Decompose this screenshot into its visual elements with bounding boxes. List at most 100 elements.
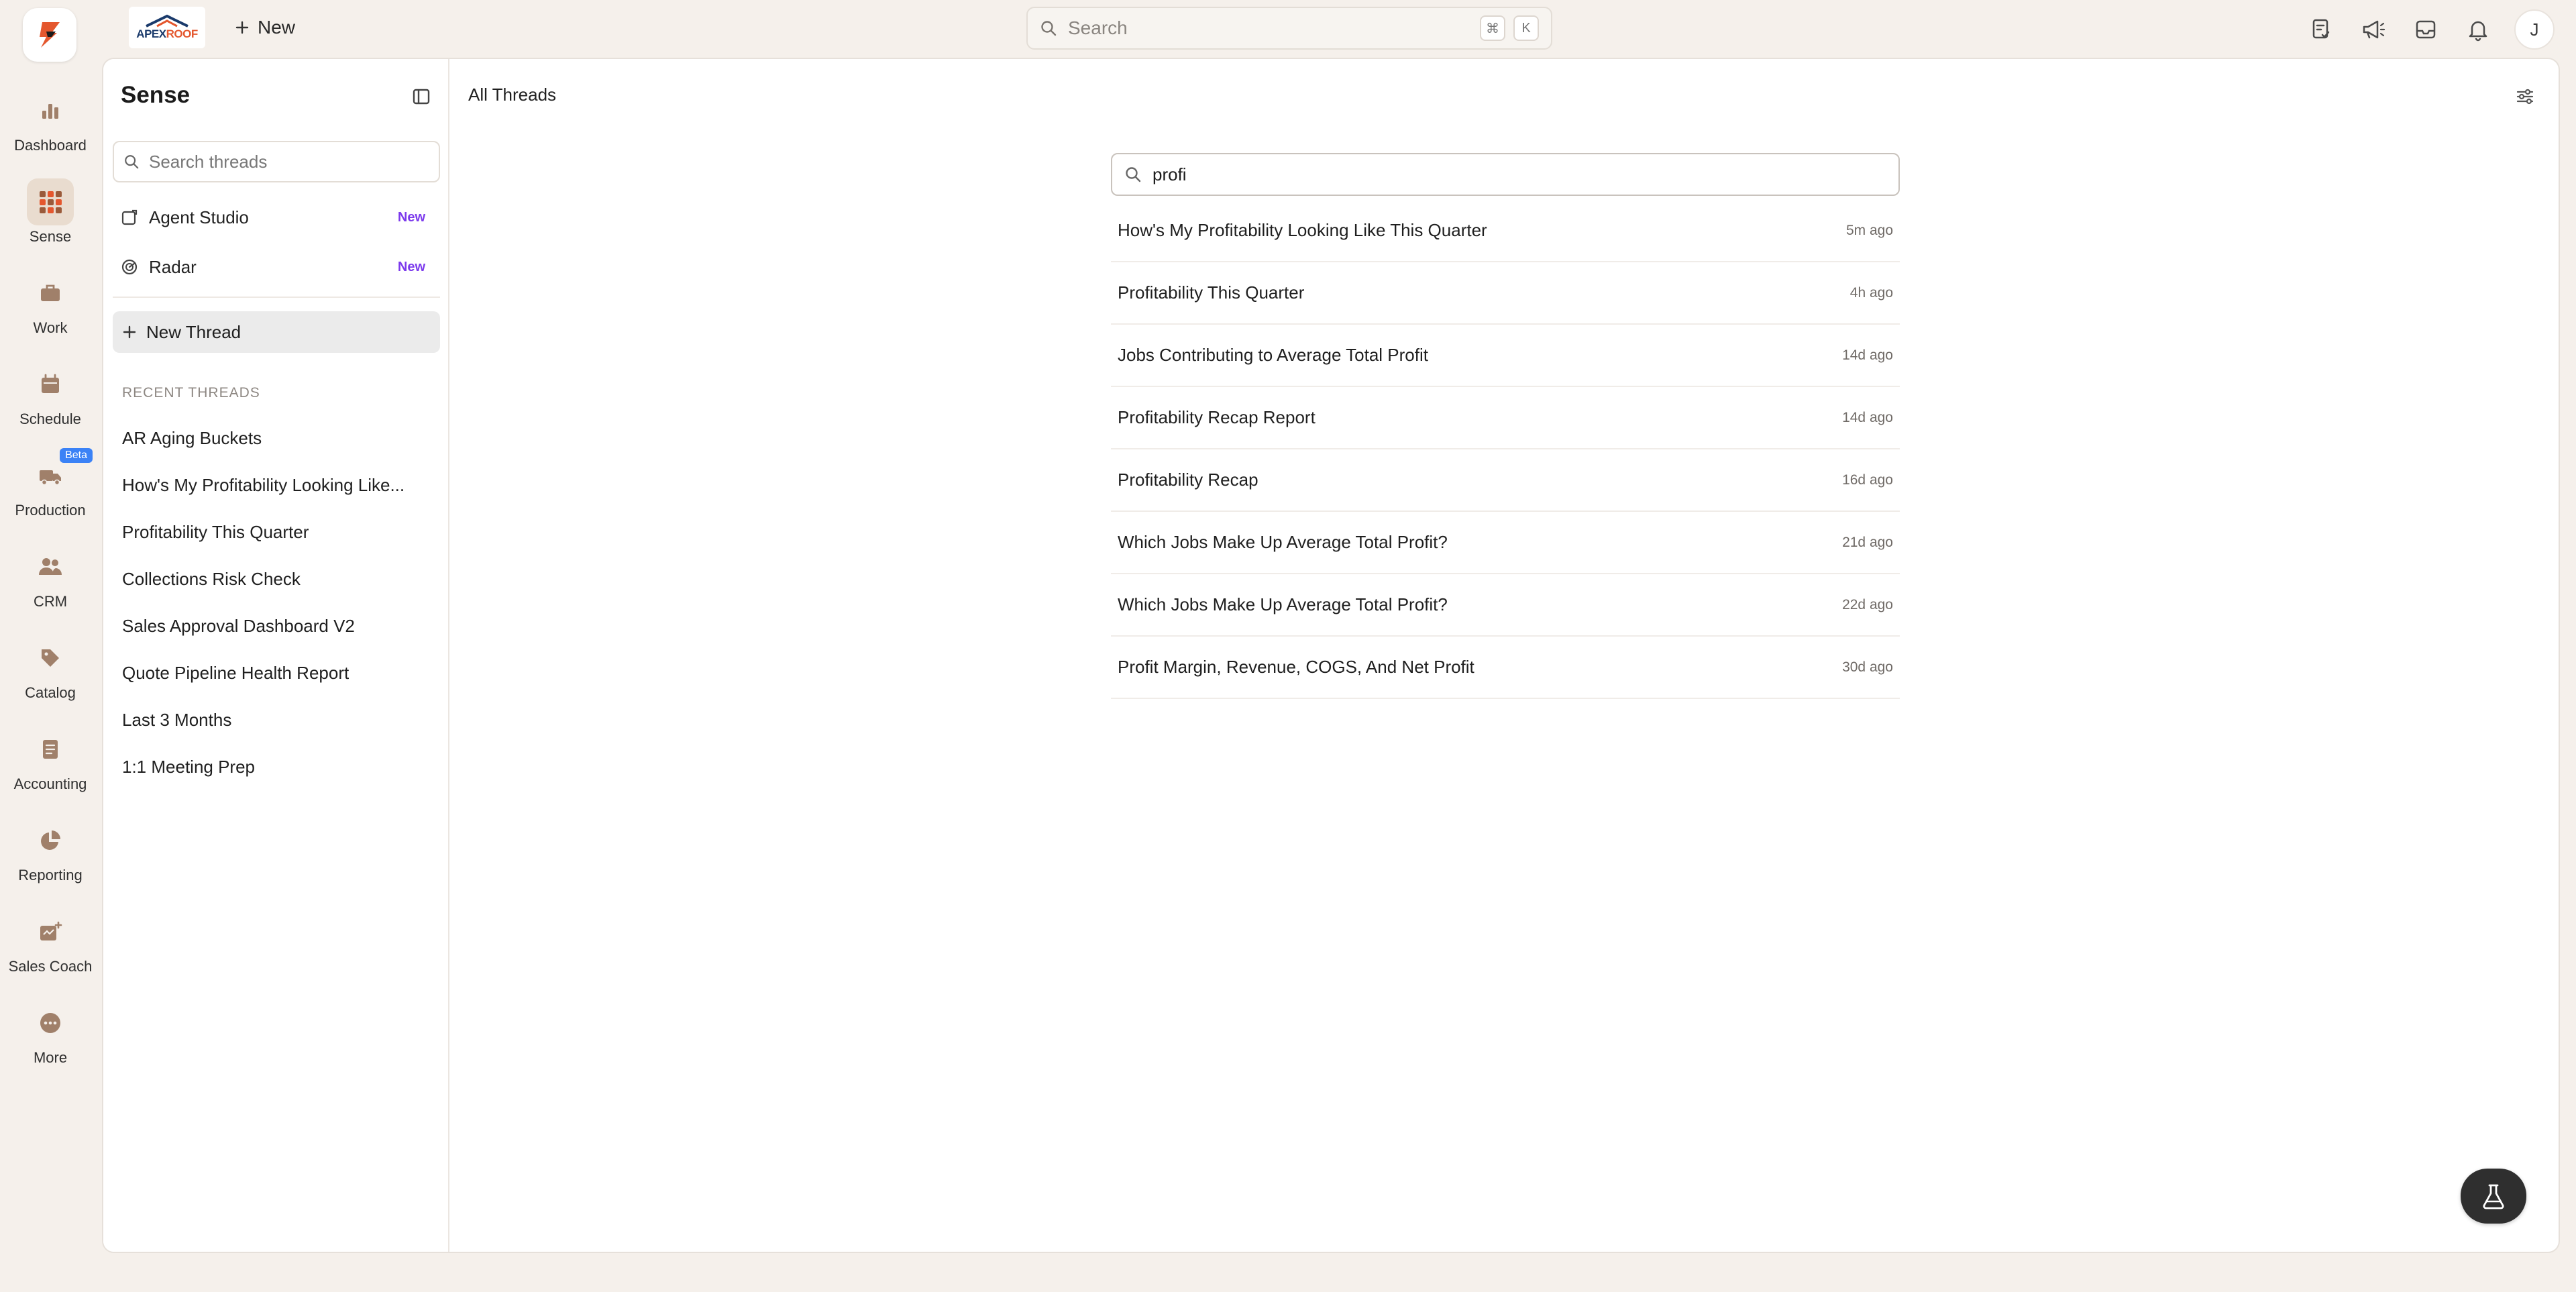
sidebar-collapse-icon[interactable] <box>408 83 435 110</box>
nav-item-sense[interactable]: Sense <box>0 178 101 246</box>
result-time: 16d ago <box>1842 472 1893 488</box>
result-time: 5m ago <box>1845 222 1893 238</box>
grid-icon <box>27 178 74 225</box>
page-title: All Threads <box>468 85 557 105</box>
thread-search-input[interactable]: Search threads <box>113 141 440 182</box>
beaker-button[interactable] <box>2461 1169 2526 1224</box>
shortcut-key-k: K <box>1513 15 1539 41</box>
app-logo[interactable] <box>23 8 76 62</box>
result-row[interactable]: Profitability Recap Report 14d ago <box>1111 387 1900 449</box>
pie-chart-icon <box>27 817 74 864</box>
nav-label: More <box>33 1049 68 1066</box>
result-title: Profitability This Quarter <box>1118 282 1305 303</box>
bar-chart-icon <box>27 87 74 134</box>
result-row[interactable]: Jobs Contributing to Average Total Profi… <box>1111 325 1900 387</box>
search-results: How's My Profitability Looking Like This… <box>1111 200 1900 699</box>
sidebar-title: Sense <box>121 82 191 108</box>
new-button-label: New <box>258 17 296 38</box>
document-icon <box>27 726 74 773</box>
company-logo-text: APEXROOF <box>136 28 198 40</box>
result-row[interactable]: Profitability Recap 16d ago <box>1111 449 1900 512</box>
recent-thread-item[interactable]: AR Aging Buckets <box>122 415 437 462</box>
all-threads-search-input[interactable] <box>1152 164 1886 185</box>
radar-icon <box>121 259 138 275</box>
all-threads-search[interactable] <box>1111 153 1900 196</box>
result-row[interactable]: Profit Margin, Revenue, COGS, And Net Pr… <box>1111 637 1900 699</box>
result-row[interactable]: Which Jobs Make Up Average Total Profit?… <box>1111 512 1900 574</box>
recent-thread-item[interactable]: Last 3 Months <box>122 696 437 743</box>
threads-content: All Threads How's My Profitability Looki… <box>451 59 2559 1252</box>
thread-search-placeholder: Search threads <box>149 151 268 172</box>
recent-threads-header: RECENT THREADS <box>122 385 260 400</box>
nav-item-production[interactable]: Beta Production <box>0 448 101 519</box>
agent-studio-icon <box>121 209 138 225</box>
result-time: 21d ago <box>1842 534 1893 550</box>
result-row[interactable]: Profitability This Quarter 4h ago <box>1111 262 1900 325</box>
truck-icon: Beta <box>27 448 93 499</box>
nav-item-reporting[interactable]: Reporting <box>0 817 101 884</box>
nav-label: Reporting <box>18 867 83 883</box>
users-icon <box>27 543 74 590</box>
recent-thread-item[interactable]: Profitability This Quarter <box>122 508 437 555</box>
recent-thread-item[interactable]: How's My Profitability Looking Like... <box>122 462 437 508</box>
result-time: 30d ago <box>1842 659 1893 675</box>
beta-badge: Beta <box>60 448 93 463</box>
megaphone-icon[interactable] <box>2357 13 2390 46</box>
recent-thread-item[interactable]: Sales Approval Dashboard V2 <box>122 602 437 649</box>
shortcut-key-cmd: ⌘ <box>1480 15 1505 41</box>
nav-item-accounting[interactable]: Accounting <box>0 726 101 793</box>
sidebar-item-label: Agent Studio <box>149 207 249 227</box>
bell-icon[interactable] <box>2462 13 2494 46</box>
result-title: Profitability Recap <box>1118 470 1258 490</box>
result-title: Profitability Recap Report <box>1118 407 1316 427</box>
result-time: 14d ago <box>1842 409 1893 425</box>
result-row[interactable]: Which Jobs Make Up Average Total Profit?… <box>1111 574 1900 637</box>
sidebar-item-agent-studio[interactable]: Agent Studio New <box>113 197 440 237</box>
result-time: 14d ago <box>1842 347 1893 363</box>
app-logo-icon <box>40 22 60 48</box>
nav-label: Sense <box>29 228 72 245</box>
nav-item-dashboard[interactable]: Dashboard <box>0 87 101 154</box>
sidebar-item-label: Radar <box>149 256 197 277</box>
nav-label: Accounting <box>13 775 87 792</box>
top-actions: J <box>2305 9 2555 50</box>
sidebar-item-radar[interactable]: Radar New <box>113 247 440 287</box>
user-avatar[interactable]: J <box>2514 9 2555 50</box>
nav-label: Schedule <box>19 411 81 427</box>
plus-icon <box>235 21 249 34</box>
nav-label: Sales Coach <box>8 958 93 975</box>
result-time: 4h ago <box>1849 284 1893 301</box>
nav-item-schedule[interactable]: Schedule <box>0 361 101 428</box>
filter-settings-icon[interactable] <box>2512 83 2538 110</box>
recent-thread-item[interactable]: Collections Risk Check <box>122 555 437 602</box>
nav-item-sales-coach[interactable]: Sales Coach <box>0 908 101 975</box>
new-thread-label: New Thread <box>146 321 241 342</box>
roof-logo-icon <box>146 14 189 28</box>
result-title: Jobs Contributing to Average Total Profi… <box>1118 345 1428 365</box>
global-search-input[interactable]: Search ⌘ K <box>1026 7 1552 50</box>
recent-threads-list: AR Aging Buckets How's My Profitability … <box>122 415 437 790</box>
result-title: How's My Profitability Looking Like This… <box>1118 220 1487 240</box>
new-badge: New <box>397 259 425 274</box>
nav-label: Catalog <box>25 684 76 701</box>
recent-thread-item[interactable]: Quote Pipeline Health Report <box>122 649 437 696</box>
recent-thread-item[interactable]: 1:1 Meeting Prep <box>122 743 437 790</box>
new-badge: New <box>397 209 425 225</box>
tasks-icon[interactable] <box>2305 13 2337 46</box>
result-time: 22d ago <box>1842 596 1893 612</box>
search-icon <box>125 155 139 169</box>
inbox-icon[interactable] <box>2410 13 2442 46</box>
coach-icon <box>27 908 74 955</box>
new-button[interactable]: New <box>228 12 302 43</box>
nav-label: Work <box>33 319 68 336</box>
result-row[interactable]: How's My Profitability Looking Like This… <box>1111 200 1900 262</box>
nav-item-more[interactable]: More <box>0 1000 101 1067</box>
nav-item-catalog[interactable]: Catalog <box>0 635 101 702</box>
company-logo[interactable]: APEXROOF <box>129 7 205 48</box>
top-bar: APEXROOF New Search ⌘ K J <box>0 0 2576 62</box>
result-title: Which Jobs Make Up Average Total Profit? <box>1118 594 1448 614</box>
nav-item-work[interactable]: Work <box>0 270 101 337</box>
new-thread-button[interactable]: New Thread <box>113 311 440 353</box>
global-search-placeholder: Search <box>1068 17 1128 38</box>
nav-item-crm[interactable]: CRM <box>0 543 101 610</box>
